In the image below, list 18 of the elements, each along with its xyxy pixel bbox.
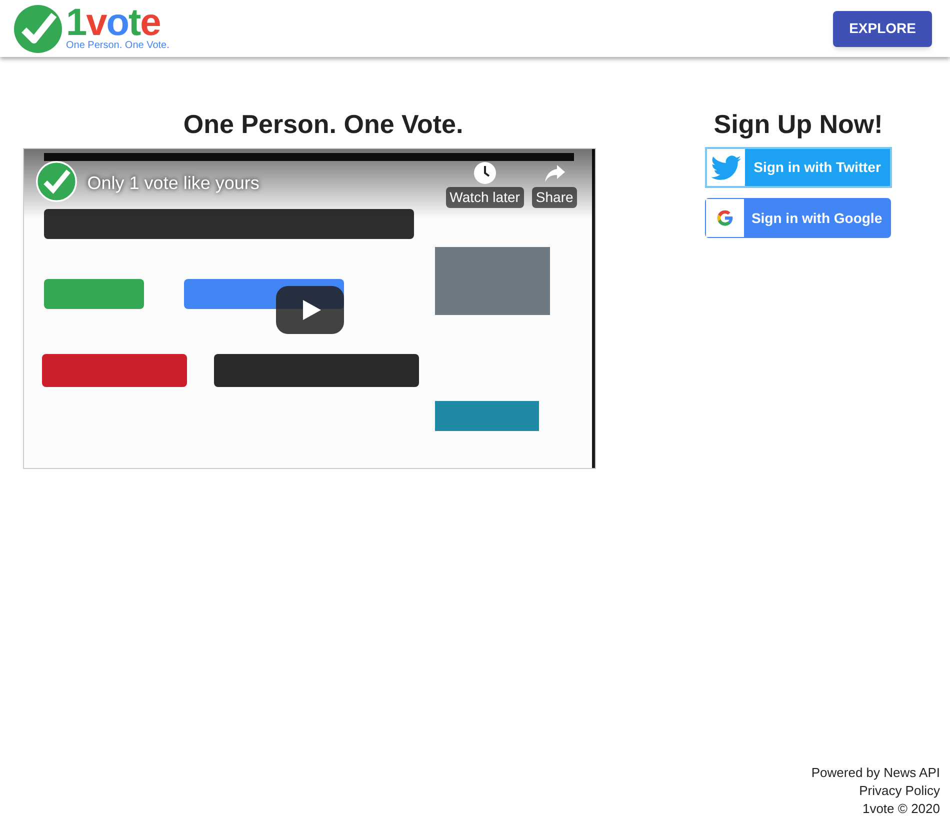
watch-later-button[interactable]: Watch later (446, 187, 524, 208)
privacy-policy-link[interactable]: Privacy Policy (859, 782, 940, 800)
play-button-icon[interactable] (276, 286, 344, 334)
logo-wordmark: 1vote (66, 6, 160, 40)
google-sign-in-button[interactable]: Sign in with Google (704, 198, 891, 238)
signup-heading: Sign Up Now! (714, 108, 883, 141)
bird-icon (710, 154, 741, 180)
logo-tagline: One Person. One Vote. (66, 41, 170, 51)
channel-avatar-icon[interactable] (36, 161, 78, 202)
clock-icon (472, 161, 497, 185)
checkmark-logo-icon (14, 4, 62, 52)
page-heading: One Person. One Vote. (183, 108, 464, 141)
attribution-text: Powered by News API (811, 764, 940, 782)
copyright-text: 1vote © 2020 (862, 800, 940, 818)
share-button[interactable]: Share (532, 187, 578, 208)
google-g-icon (716, 209, 734, 227)
explore-button[interactable]: EXPLORE (833, 10, 932, 46)
video-player[interactable]: Only 1 vote like yours Watch later Share (23, 148, 596, 469)
